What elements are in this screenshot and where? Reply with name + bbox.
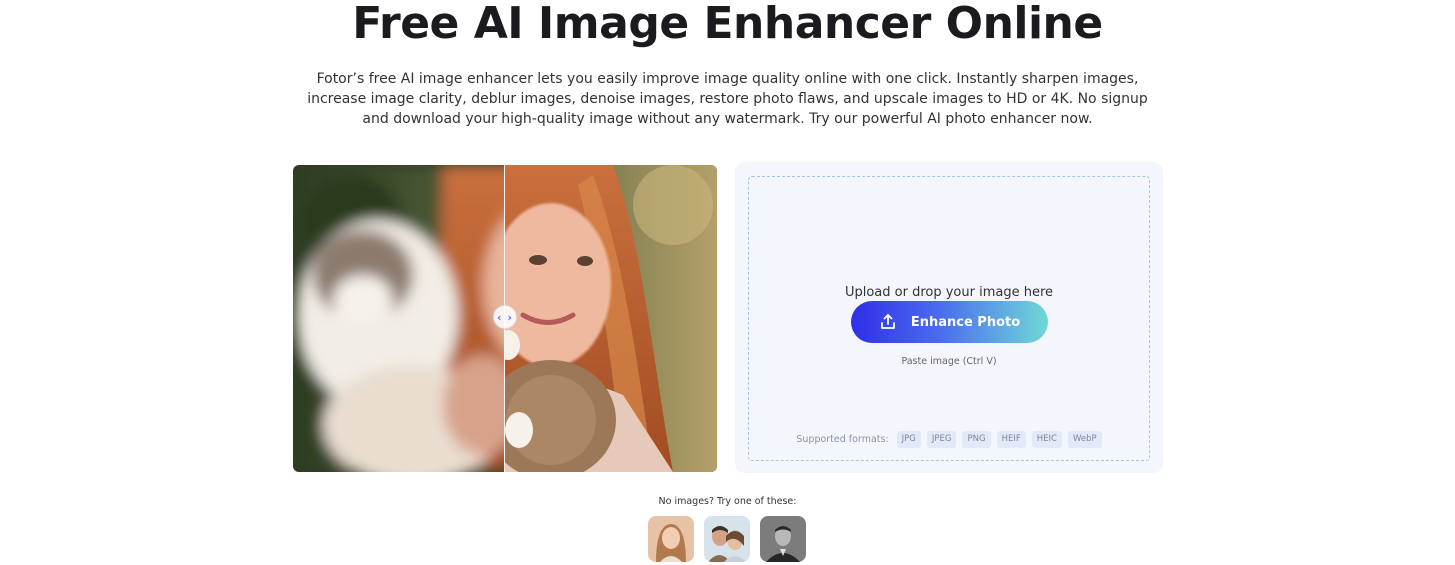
sample-image-vintage-portrait[interactable] [760,516,806,562]
enhance-photo-label: Enhance Photo [910,314,1021,330]
format-chip-heif: HEIF [996,431,1026,448]
before-after-compare[interactable]: ‹ › [293,165,717,472]
sample-image-woman[interactable] [648,516,694,562]
formats-label: Supported formats: [796,434,889,445]
upload-panel: Upload or drop your image here Enhance P… [735,162,1163,473]
sample-images [648,516,808,563]
page: Free AI Image Enhancer Online Fotor’s fr… [0,0,1455,565]
format-chip-jpg: JPG [896,431,921,448]
upload-icon [880,314,895,329]
format-chip-webp: WebP [1067,431,1102,448]
page-title: Free AI Image Enhancer Online [352,0,1103,49]
chevron-left-right-icon: ‹ › [497,310,513,324]
paste-hint: Paste image (Ctrl V) [901,356,997,367]
upload-dropzone[interactable]: Upload or drop your image here Enhance P… [748,176,1150,461]
format-chip-heic: HEIC [1031,431,1062,448]
samples-label: No images? Try one of these: [658,496,797,507]
supported-formats: Supported formats: JPG JPEG PNG HEIF HEI… [749,431,1149,448]
page-description: Fotor’s free AI image enhancer lets you … [307,71,1148,127]
format-chip-png: PNG [962,431,991,448]
upload-prompt: Upload or drop your image here [844,285,1054,300]
enhance-photo-button[interactable]: Enhance Photo [851,301,1048,343]
compare-slider-handle[interactable]: ‹ › [493,305,517,329]
sample-image-couple[interactable] [704,516,750,562]
format-chip-jpeg: JPEG [926,431,957,448]
